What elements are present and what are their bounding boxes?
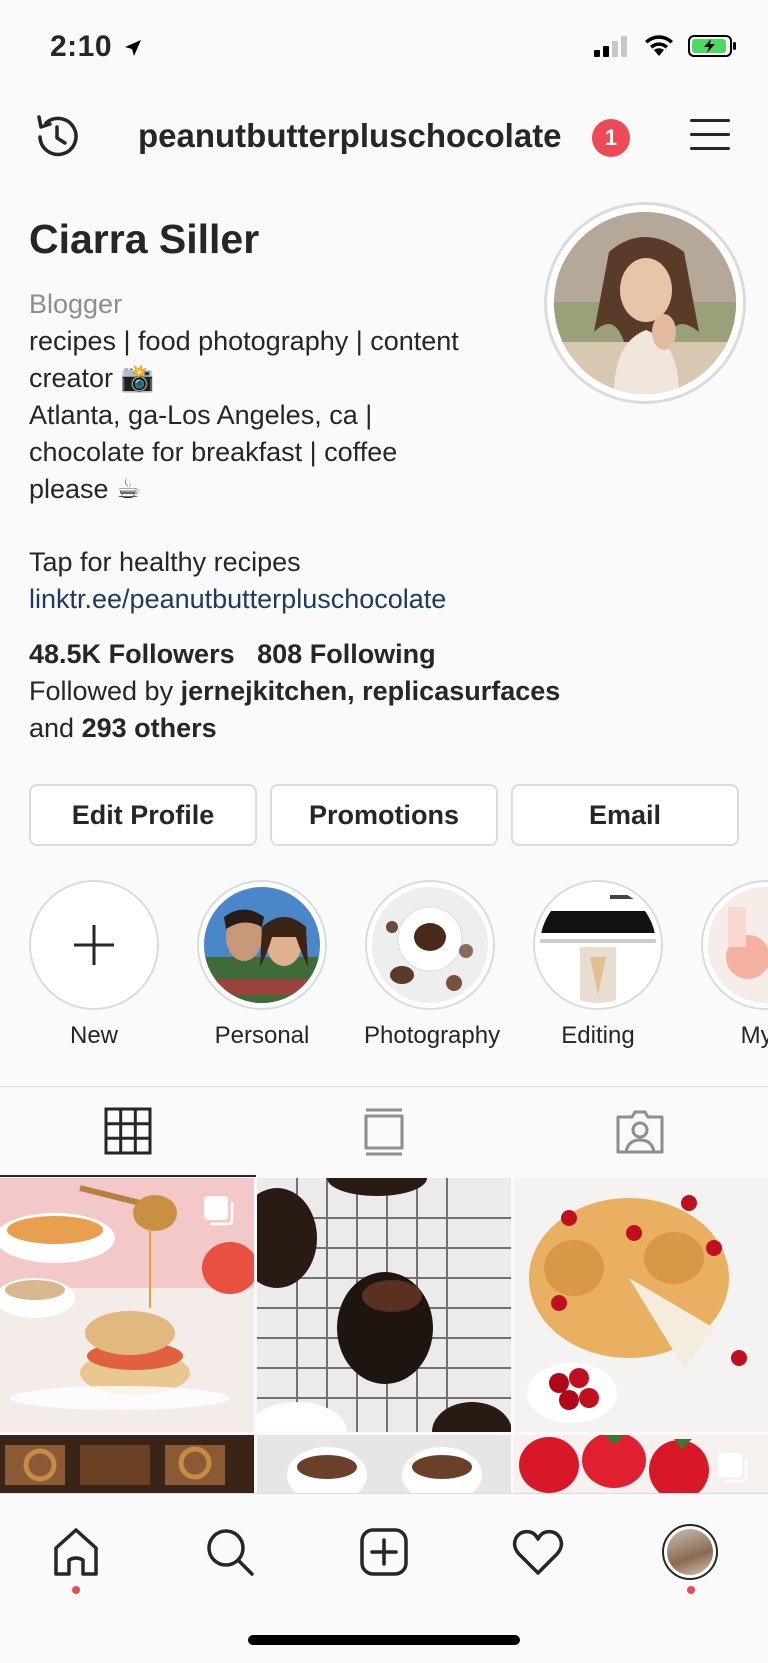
grid-icon (104, 1107, 152, 1155)
status-indicators (594, 34, 738, 58)
bio-line: please ☕ (29, 474, 141, 504)
highlight-label: Personal (214, 1022, 310, 1049)
post-thumbnail[interactable] (514, 1435, 768, 1493)
bio-line: recipes | food photography | content (29, 326, 459, 356)
profile-activity-dot (687, 1586, 695, 1594)
followers-stat[interactable]: 48.5K Followers (29, 639, 235, 669)
heart-icon (512, 1529, 564, 1575)
highlight-cover (540, 887, 656, 1003)
bio-cta: Tap for healthy recipes (29, 547, 301, 577)
home-activity-dot (72, 1586, 80, 1594)
highlight-cover (708, 887, 768, 1003)
home-icon (54, 1528, 98, 1576)
cellular-signal-icon (594, 36, 627, 57)
hamburger-menu-icon[interactable] (688, 115, 732, 155)
story-highlights: New Personal Photography Editing My (0, 880, 768, 1060)
highlight-label: My s (740, 1022, 768, 1049)
feed-icon (364, 1108, 404, 1156)
multiple-photos-icon (718, 1453, 748, 1483)
wifi-icon (645, 35, 673, 56)
post-thumbnail[interactable] (514, 1178, 768, 1432)
highlight-new[interactable]: New (28, 880, 160, 1050)
profile-bio: Blogger recipes | food photography | con… (29, 286, 529, 618)
highlight-photography[interactable]: Photography (364, 880, 501, 1050)
highlight-label: Photography (364, 1022, 501, 1049)
promotions-button[interactable]: Promotions (270, 784, 498, 846)
highlight-cover (372, 887, 488, 1003)
post-thumbnail[interactable] (0, 1435, 254, 1493)
followed-by[interactable]: Followed by jernejkitchen, replicasurfac… (29, 673, 560, 710)
profile-avatar-icon (662, 1524, 718, 1580)
nav-add-post[interactable] (354, 1522, 414, 1582)
battery-charging-icon (688, 35, 736, 57)
bio-line: creator 📸 (29, 363, 155, 393)
highlight-personal[interactable]: Personal (196, 880, 328, 1050)
multiple-photos-icon (204, 1196, 234, 1226)
tab-grid[interactable] (0, 1087, 256, 1177)
edit-profile-button[interactable]: Edit Profile (29, 784, 257, 846)
header-username[interactable]: peanutbutterpluschocolate (138, 117, 562, 155)
profile-display-name: Ciarra Siller (29, 216, 260, 262)
add-post-icon (360, 1528, 408, 1576)
history-icon[interactable] (30, 110, 84, 164)
status-time: 2:10 (50, 30, 143, 64)
highlight-label: Editing (561, 1022, 635, 1049)
post-thumbnail[interactable] (257, 1435, 511, 1493)
notification-badge[interactable]: 1 (592, 119, 630, 157)
profile-avatar[interactable] (544, 202, 746, 404)
profile-category: Blogger (29, 289, 123, 319)
tab-feed[interactable] (256, 1087, 512, 1177)
bio-line: chocolate for breakfast | coffee (29, 437, 398, 467)
content-tabs (0, 1086, 768, 1178)
profile-header: peanutbutterpluschocolate 1 (0, 95, 768, 175)
highlight-cover (204, 887, 320, 1003)
profile-stats: 48.5K Followers 808 Following Followed b… (29, 636, 560, 747)
post-thumbnail[interactable] (0, 1178, 254, 1432)
search-icon (207, 1529, 254, 1576)
nav-profile[interactable] (660, 1522, 720, 1582)
tagged-icon (616, 1110, 664, 1154)
following-stat[interactable]: 808 Following (257, 639, 436, 669)
home-indicator (248, 1635, 520, 1645)
post-thumbnail[interactable] (257, 1178, 511, 1432)
bio-line: Atlanta, ga-Los Angeles, ca | (29, 400, 373, 430)
status-bar: 2:10 (0, 0, 768, 95)
highlight-editing[interactable]: Editing (532, 880, 664, 1050)
profile-photo (554, 212, 736, 394)
plus-icon (74, 925, 114, 965)
bio-link[interactable]: linktr.ee/peanutbutterpluschocolate (29, 581, 529, 618)
highlight-my-s[interactable]: My s (700, 880, 768, 1050)
followed-by-others[interactable]: and 293 others (29, 710, 560, 747)
nav-search[interactable] (200, 1522, 260, 1582)
profile-actions: Edit Profile Promotions Email (29, 784, 739, 846)
nav-home[interactable] (46, 1522, 106, 1582)
tab-tagged[interactable] (512, 1087, 768, 1177)
location-arrow-icon (124, 40, 141, 57)
nav-activity[interactable] (508, 1522, 568, 1582)
post-grid (0, 1178, 768, 1493)
email-button[interactable]: Email (511, 784, 739, 846)
highlight-label: New (69, 1022, 118, 1049)
